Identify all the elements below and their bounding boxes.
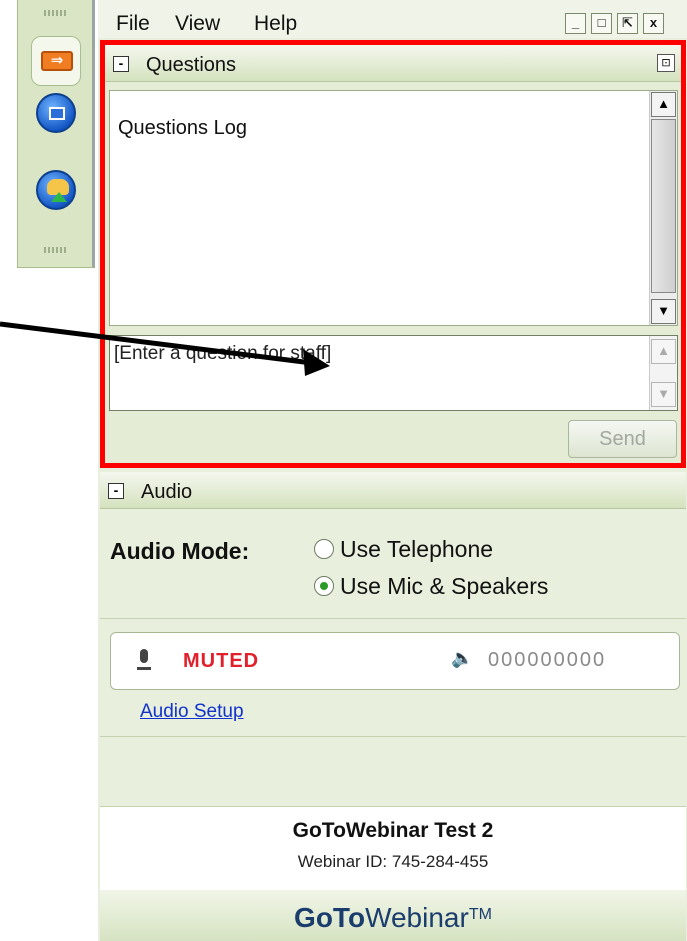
question-input-placeholder: [Enter a question for staff] (114, 343, 332, 364)
audio-mode-label: Audio Mode: (110, 538, 250, 564)
audio-section: - Audio Audio Mode: Use Telephone Use Mi… (100, 472, 686, 799)
speaker-icon: 🔈 (451, 648, 474, 668)
webinar-name: GoToWebinar Test 2 (292, 819, 494, 842)
scroll-up-icon[interactable]: ▲ (651, 339, 676, 364)
menu-help[interactable]: Help (254, 12, 297, 36)
scroll-thumb[interactable] (651, 119, 676, 293)
radio-use-telephone[interactable]: Use Telephone (314, 536, 493, 563)
grip-handle-icon[interactable] (44, 10, 68, 16)
menu-bar: File View Help _ □ ⇱ x (98, 0, 687, 38)
audio-title: Audio (141, 481, 193, 503)
questions-log-scrollbar[interactable]: ▲ ▼ (649, 91, 677, 325)
muted-status: MUTED (183, 650, 260, 672)
logo-bold: GoTo (294, 902, 366, 933)
maximize-button[interactable]: □ (591, 13, 612, 34)
questions-title: Questions (146, 54, 237, 76)
orange-arrow-icon: ⇒ (41, 51, 73, 71)
popout-questions-icon[interactable]: ⊡ (657, 54, 675, 72)
control-panel: File View Help _ □ ⇱ x - Questions ⊡ Que… (98, 0, 687, 941)
audio-level-readout: 000000000 (488, 649, 607, 671)
close-button[interactable]: x (643, 13, 664, 34)
divider (100, 618, 686, 619)
gotowebinar-logo: GoToWebinarTM (100, 890, 686, 941)
collapse-questions-button[interactable]: - (113, 56, 129, 72)
radio-selected-icon (314, 576, 334, 596)
audio-status-box: MUTED 🔈 000000000 (110, 632, 680, 690)
radio-unselected-icon (314, 539, 334, 559)
screen-icon (36, 93, 76, 133)
radio-label: Use Telephone (340, 536, 494, 562)
collapse-audio-button[interactable]: - (108, 483, 124, 499)
control-grab-tab[interactable]: ⇒ (17, 0, 95, 268)
logo-tm: TM (468, 906, 492, 923)
audio-header: - Audio (100, 472, 686, 509)
webinar-id: Webinar ID: 745-284-455 (297, 852, 489, 871)
raise-hand-icon (36, 170, 76, 210)
scroll-down-icon[interactable]: ▼ (651, 382, 676, 407)
webinar-info: GoToWebinar Test 2 Webinar ID: 745-284-4… (100, 806, 686, 890)
menu-file[interactable]: File (116, 12, 150, 36)
send-button[interactable]: Send (568, 420, 677, 458)
question-input[interactable]: [Enter a question for staff] ▲ ▼ (109, 335, 678, 411)
questions-highlight-box: - Questions ⊡ Questions Log ▲ ▼ [Enter a… (100, 40, 686, 468)
popout-button[interactable]: ⇱ (617, 13, 638, 34)
scroll-down-icon[interactable]: ▼ (651, 299, 676, 324)
divider (100, 736, 686, 737)
scroll-up-icon[interactable]: ▲ (651, 92, 676, 117)
logo-light: Webinar (365, 902, 469, 933)
minimize-button[interactable]: _ (565, 13, 586, 34)
raise-hand-button[interactable] (31, 165, 81, 215)
questions-header: - Questions ⊡ (105, 45, 681, 82)
menu-view[interactable]: View (175, 12, 220, 36)
grip-handle-icon[interactable] (44, 247, 68, 253)
questions-log[interactable]: Questions Log ▲ ▼ (109, 90, 678, 326)
radio-label: Use Mic & Speakers (340, 573, 549, 599)
question-input-scrollbar[interactable]: ▲ ▼ (649, 336, 677, 410)
radio-use-mic-speakers[interactable]: Use Mic & Speakers (314, 573, 548, 600)
microphone-icon[interactable] (137, 649, 151, 673)
audio-setup-link[interactable]: Audio Setup (140, 701, 244, 723)
questions-log-title: Questions Log (118, 117, 247, 139)
show-screen-button[interactable] (31, 88, 81, 138)
collapse-panel-button[interactable]: ⇒ (31, 36, 81, 86)
